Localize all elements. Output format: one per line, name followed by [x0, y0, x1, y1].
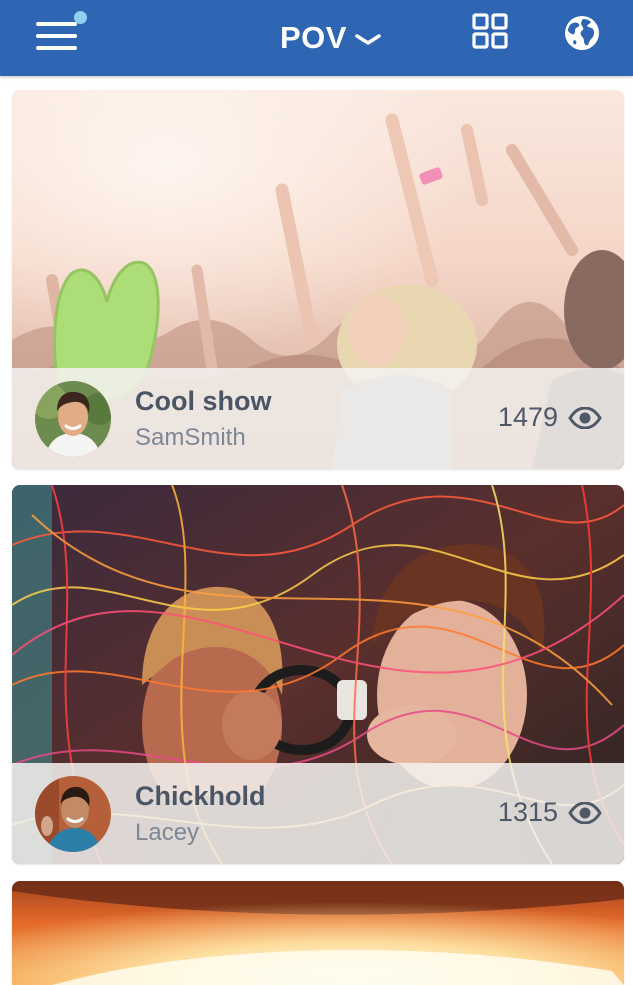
- card-info-bar: Chickhold Lacey 1315: [12, 763, 624, 864]
- post-title: Cool show: [135, 386, 272, 416]
- post-title: Chickhold: [135, 781, 266, 811]
- avatar-photo: [35, 776, 111, 852]
- feed-card[interactable]: [12, 881, 624, 985]
- user-avatar[interactable]: [35, 381, 111, 457]
- card-info-bar: Cool show SamSmith 1479: [12, 368, 624, 469]
- view-count-number: 1315: [497, 797, 558, 827]
- globe-icon: [565, 16, 599, 50]
- eye-icon: [568, 406, 602, 429]
- view-count: 1315: [498, 797, 602, 828]
- eye-icon: [568, 801, 602, 824]
- view-count: 1479: [498, 402, 602, 433]
- notification-dot: [74, 11, 87, 24]
- stage-lights-photo: [12, 881, 624, 985]
- app-screen: POV Cool show SamSmith 1479 Chickhold La…: [0, 0, 633, 985]
- avatar-photo: [35, 381, 111, 457]
- user-avatar[interactable]: [35, 776, 111, 852]
- feed-selector-dropdown[interactable]: POV: [280, 18, 381, 58]
- feed-card[interactable]: Cool show SamSmith 1479: [12, 90, 624, 469]
- post-username[interactable]: Lacey: [135, 819, 199, 847]
- grid-view-button[interactable]: [470, 12, 510, 52]
- view-count-number: 1479: [497, 402, 558, 432]
- top-app-bar: POV: [0, 0, 633, 76]
- menu-button[interactable]: [32, 11, 88, 58]
- feed-card[interactable]: Chickhold Lacey 1315: [12, 485, 624, 864]
- post-username[interactable]: SamSmith: [135, 424, 246, 452]
- globe-button[interactable]: [562, 13, 602, 53]
- grid-view-icon: [472, 13, 508, 49]
- app-title: POV: [280, 20, 347, 55]
- chevron-down-icon: [355, 34, 381, 45]
